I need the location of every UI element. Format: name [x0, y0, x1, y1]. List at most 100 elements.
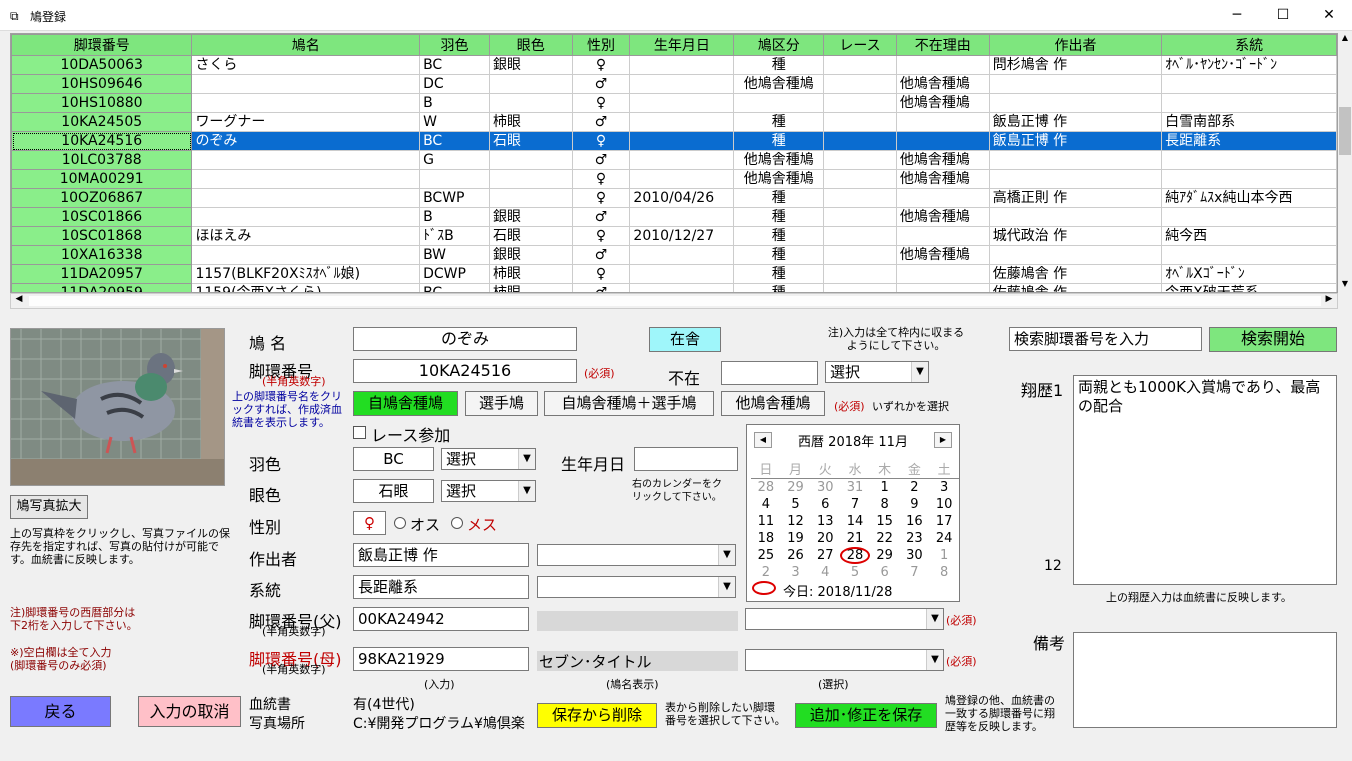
- table-cell[interactable]: ♂: [571, 245, 631, 265]
- table-cell[interactable]: 他鳩舎種鳩: [895, 207, 990, 227]
- grid-vertical-scrollbar[interactable]: ▲ ▼: [1338, 33, 1352, 293]
- father-ring-field[interactable]: 00KA24942: [353, 607, 529, 631]
- table-cell[interactable]: BC: [419, 55, 490, 75]
- table-cell[interactable]: 1159(今西Xさくら): [191, 283, 421, 292]
- table-cell[interactable]: 佐藤鳩舎 作: [988, 283, 1163, 292]
- table-cell[interactable]: 種: [733, 226, 825, 246]
- mother-select[interactable]: ▼: [745, 649, 944, 671]
- table-cell[interactable]: 種: [733, 283, 825, 292]
- column-header[interactable]: レース: [823, 34, 897, 56]
- table-cell[interactable]: [1161, 169, 1337, 189]
- table-cell[interactable]: BCWP: [419, 188, 490, 208]
- table-row[interactable]: 11DA20959 1159(今西Xさくら) BC 柿眼 ♂ 種 佐藤鳩舎 作今西X破天荒系: [11, 283, 1337, 292]
- column-header[interactable]: 脚環番号: [11, 34, 193, 56]
- table-cell[interactable]: ♀: [571, 188, 631, 208]
- table-cell[interactable]: [823, 188, 897, 208]
- table-cell[interactable]: [488, 93, 573, 113]
- table-cell[interactable]: [823, 207, 897, 227]
- calendar-day[interactable]: 30: [900, 547, 930, 564]
- calendar-day[interactable]: 2: [900, 479, 930, 496]
- column-header[interactable]: 性別: [571, 34, 631, 56]
- table-cell[interactable]: 10OZ06867: [11, 188, 193, 208]
- table-cell[interactable]: 10KA24505: [11, 112, 193, 132]
- race-checkbox[interactable]: [353, 426, 366, 439]
- table-cell[interactable]: [895, 226, 990, 246]
- column-header[interactable]: 不在理由: [895, 34, 990, 56]
- table-cell[interactable]: ﾄﾞｽB: [419, 226, 490, 246]
- table-cell[interactable]: 他鳩舎種鳩: [895, 169, 990, 189]
- table-cell[interactable]: 種: [733, 55, 825, 75]
- column-header[interactable]: 鳩区分: [733, 34, 825, 56]
- remarks-field[interactable]: [1073, 632, 1337, 728]
- table-cell[interactable]: 飯島正博 作: [988, 112, 1163, 132]
- table-cell[interactable]: ほほえみ: [191, 226, 421, 246]
- table-cell[interactable]: [988, 150, 1163, 170]
- fuzai-field[interactable]: [721, 361, 818, 385]
- table-cell[interactable]: 他鳩舎種鳩: [733, 150, 825, 170]
- table-cell[interactable]: 10HS09646: [11, 74, 193, 94]
- table-cell[interactable]: [988, 74, 1163, 94]
- table-cell[interactable]: ｵﾍﾞﾙ･ﾔﾝｾﾝ･ｺﾞｰﾄﾞﾝ: [1161, 55, 1337, 75]
- column-header[interactable]: 鳩名: [191, 34, 421, 56]
- pigeon-photo[interactable]: [10, 328, 225, 486]
- calendar-day[interactable]: 14: [840, 513, 870, 530]
- maximize-button[interactable]: ☐: [1260, 0, 1306, 31]
- calendar-day[interactable]: 21: [840, 530, 870, 547]
- table-row[interactable]: 10HS09646 DC ♂ 他鳩舎種鳩 他鳩舎種鳩: [11, 74, 1337, 94]
- table-cell[interactable]: [629, 207, 735, 227]
- table-cell[interactable]: [419, 169, 490, 189]
- calendar-day[interactable]: 27: [810, 547, 840, 564]
- calendar-day[interactable]: 5: [840, 564, 870, 581]
- father-select[interactable]: ▼: [745, 608, 944, 630]
- table-cell[interactable]: [823, 169, 897, 189]
- calendar-day[interactable]: 25: [751, 547, 781, 564]
- table-row[interactable]: 10KA24516 のぞみ BC 石眼 ♀ 種 飯島正博 作長距離系: [11, 131, 1337, 151]
- calendar-day[interactable]: 29: [870, 547, 900, 564]
- delete-button[interactable]: 保存から削除: [537, 703, 657, 728]
- table-row[interactable]: 10HS10880 B ♀ 他鳩舎種鳩: [11, 93, 1337, 113]
- table-cell[interactable]: [823, 245, 897, 265]
- table-cell[interactable]: BW: [419, 245, 490, 265]
- table-cell[interactable]: 他鳩舎種鳩: [733, 169, 825, 189]
- table-cell[interactable]: G: [419, 150, 490, 170]
- chevron-down-icon[interactable]: ▼: [718, 545, 735, 565]
- table-cell[interactable]: [629, 245, 735, 265]
- table-cell[interactable]: [488, 74, 573, 94]
- table-cell[interactable]: [988, 207, 1163, 227]
- table-cell[interactable]: [1161, 74, 1337, 94]
- table-cell[interactable]: [988, 245, 1163, 265]
- table-cell[interactable]: [191, 245, 421, 265]
- table-cell[interactable]: [895, 188, 990, 208]
- table-cell[interactable]: [191, 169, 421, 189]
- table-cell[interactable]: [1161, 150, 1337, 170]
- calendar-day[interactable]: 7: [840, 496, 870, 513]
- table-cell[interactable]: ♂: [571, 74, 631, 94]
- calendar-day[interactable]: 23: [900, 530, 930, 547]
- table-cell[interactable]: [488, 150, 573, 170]
- table-cell[interactable]: 長距離系: [1161, 131, 1337, 151]
- table-cell[interactable]: 種: [733, 131, 825, 151]
- calendar-day[interactable]: 29: [781, 479, 811, 496]
- calendar-day[interactable]: 16: [900, 513, 930, 530]
- table-cell[interactable]: 他鳩舎種鳩: [895, 150, 990, 170]
- calendar-day[interactable]: 15: [870, 513, 900, 530]
- calendar-day[interactable]: 10: [929, 496, 959, 513]
- table-cell[interactable]: [488, 169, 573, 189]
- calendar-day[interactable]: 7: [900, 564, 930, 581]
- table-cell[interactable]: 純今西: [1161, 226, 1337, 246]
- calendar[interactable]: ◀ 西暦 2018年 11月 ▶ 日月火水木金土 28 29 30 31 1 2 3 4 5 6 7 8…: [746, 424, 960, 602]
- calendar-day[interactable]: 30: [810, 479, 840, 496]
- table-cell[interactable]: 他鳩舎種鳩: [895, 74, 990, 94]
- scroll-thumb[interactable]: [1339, 107, 1351, 155]
- table-cell[interactable]: 今西X破天荒系: [1161, 283, 1337, 292]
- male-radio[interactable]: [394, 517, 406, 529]
- table-cell[interactable]: [823, 150, 897, 170]
- table-cell[interactable]: ♂: [571, 112, 631, 132]
- calendar-day[interactable]: 6: [870, 564, 900, 581]
- female-radio[interactable]: [451, 517, 463, 529]
- table-cell[interactable]: [629, 264, 735, 284]
- save-button[interactable]: 追加･修正を保存: [795, 703, 937, 728]
- table-cell[interactable]: B: [419, 93, 490, 113]
- table-cell[interactable]: ♂: [571, 207, 631, 227]
- eye-field[interactable]: 石眼: [353, 479, 434, 503]
